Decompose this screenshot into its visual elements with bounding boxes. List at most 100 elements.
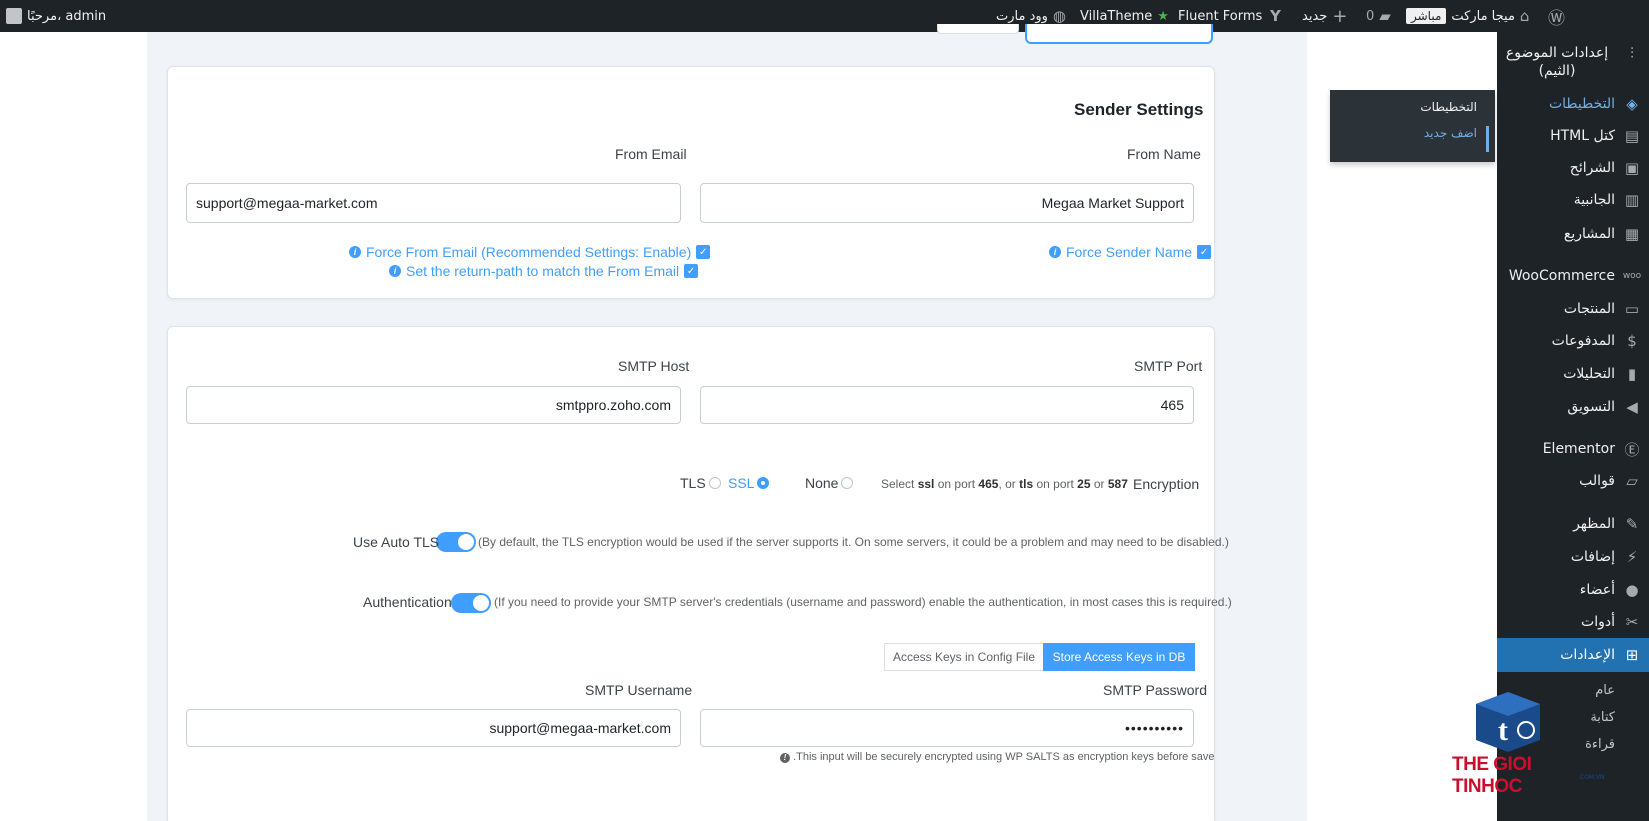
logo-subtext: .COM.VN: [1578, 774, 1605, 781]
return-path-option[interactable]: i Set the return-path to match the From …: [389, 263, 699, 279]
tab-config-file[interactable]: Access Keys in Config File: [884, 643, 1044, 671]
force-from-email-option[interactable]: i Force From Email (Recommended Settings…: [349, 244, 711, 260]
from-name-input[interactable]: Megaa Market Support: [700, 183, 1194, 223]
smtp-password-label: SMTP Password: [1103, 682, 1207, 698]
sidebar-item-projects[interactable]: ▦ المشاريع: [1497, 222, 1649, 246]
user-icon: ●: [1625, 581, 1639, 599]
greeting: مرحبًا، admin: [27, 8, 107, 24]
sidebar-item-label: المشاريع: [1563, 226, 1615, 242]
account-menu[interactable]: مرحبًا، admin: [6, 0, 106, 32]
encryption-none-radio[interactable]: [841, 477, 854, 489]
top-button-partial[interactable]: [937, 24, 1019, 34]
from-name-value: Megaa Market Support: [1041, 195, 1184, 211]
password-hint: This input will be securely encrypted us…: [780, 751, 1215, 763]
from-email-value: support@megaa-market.com: [196, 195, 378, 211]
encryption-ssl-radio[interactable]: [757, 477, 770, 489]
sidebar-item-appearance[interactable]: ✎ المظهر: [1497, 512, 1649, 536]
encryption-none-option[interactable]: None: [805, 475, 854, 491]
sidebar-item-slides[interactable]: ▣ الشرائح: [1497, 156, 1649, 180]
smtp-host-input[interactable]: smtppro.zoho.com: [186, 386, 681, 424]
authentication-hint: (If you need to provide your SMTP server…: [494, 595, 1232, 609]
plugin-icon: ⚡: [1626, 548, 1638, 566]
encryption-ssl-option[interactable]: SSL: [728, 475, 770, 491]
sidebar-item-label: التخطيطات: [1548, 96, 1615, 112]
return-path-checkbox[interactable]: ✓: [684, 264, 699, 278]
yoast-icon: Y: [1270, 7, 1281, 25]
force-sender-name-option[interactable]: i Force Sender Name ✓: [1049, 244, 1212, 260]
sidebar-item-label: قوالب: [1579, 473, 1615, 489]
encryption-tls-radio[interactable]: [708, 477, 721, 489]
flyout-item-layouts[interactable]: التخطيطات: [1420, 100, 1477, 114]
star-icon: ★: [1157, 8, 1169, 24]
hint-text: on port: [1033, 477, 1078, 491]
sidebar-item-woocommerce[interactable]: woo WooCommerce: [1497, 264, 1649, 288]
settings-icon: ⊞: [1625, 646, 1639, 664]
woodmart-logo-icon: ◍: [1052, 7, 1067, 25]
sidebar-item-payments[interactable]: $ المدفوعات: [1497, 329, 1649, 353]
hint-text: Select: [881, 477, 918, 491]
smtp-port-input[interactable]: 465: [700, 386, 1194, 424]
code-icon: ▤: [1624, 127, 1640, 145]
wordpress-menu[interactable]: Ⓦ: [1548, 0, 1565, 32]
sidebar-item-label: المظهر: [1573, 516, 1615, 532]
auto-tls-toggle[interactable]: [436, 532, 476, 552]
sliders-icon: ⫶: [1630, 44, 1634, 62]
sidebar-item-layouts[interactable]: ◈ التخطيطات: [1497, 92, 1649, 116]
smtp-host-label: SMTP Host: [618, 358, 690, 374]
encryption-label: Encryption: [1133, 476, 1200, 492]
sidebar-item-label: الإعدادات: [1560, 647, 1615, 663]
hint-text: on port: [934, 477, 979, 491]
site-menu[interactable]: مباشر ميجا ماركت ⌂: [1406, 0, 1529, 32]
sidebar-item-settings[interactable]: ⊞ الإعدادات: [1497, 638, 1649, 672]
sidebar-item-tools[interactable]: ✂ أدوات: [1497, 610, 1649, 634]
sidebar-item-theme-settings[interactable]: ⫶ إعدادات الموضوع (الثيم): [1497, 44, 1649, 90]
top-tab-partial[interactable]: [1025, 24, 1213, 44]
sidebar-item-label: الشرائح: [1569, 160, 1615, 176]
flyout-item-add-new[interactable]: اضف جديد: [1424, 126, 1477, 140]
slides-icon: ▣: [1624, 159, 1640, 177]
sidebar-item-html-blocks[interactable]: ▤ كتل HTML: [1497, 124, 1649, 148]
sidebar-item-label: المنتجات: [1563, 301, 1615, 317]
live-badge: مباشر: [1406, 8, 1447, 24]
layouts-flyout-menu: التخطيطات اضف جديد: [1330, 90, 1495, 162]
password-hint-text: This input will be securely encrypted us…: [793, 751, 1215, 763]
sidebar-item-label: إعدادات الموضوع (الثيم): [1505, 45, 1609, 79]
hint-tls: tls: [1019, 477, 1034, 491]
hint-port-465: 465: [978, 477, 999, 491]
sidebar-item-elementor[interactable]: Ⓔ Elementor: [1497, 437, 1649, 461]
encryption-none-label: None: [805, 475, 839, 491]
force-sender-name-checkbox[interactable]: ✓: [1197, 245, 1212, 259]
hint-port-587: 587: [1107, 477, 1128, 491]
info-icon: i: [349, 246, 361, 258]
encryption-tls-label: TLS: [680, 475, 706, 491]
encryption-tls-option[interactable]: TLS: [680, 475, 721, 491]
sidebar-item-templates[interactable]: ▱ قوالب: [1497, 469, 1649, 493]
smtp-password-input[interactable]: ••••••••••: [700, 709, 1194, 747]
sidebar-item-users[interactable]: ● أعضاء: [1497, 578, 1649, 602]
sidebar-item-plugins[interactable]: ⚡ إضافات: [1497, 545, 1649, 569]
from-email-label: From Email: [615, 146, 687, 162]
comments-menu[interactable]: 0 ▰: [1366, 0, 1391, 32]
hint-text: , or: [998, 477, 1020, 491]
info-icon: i: [389, 265, 401, 277]
layers-icon: ◈: [1626, 95, 1638, 113]
hint-port-25: 25: [1077, 477, 1091, 491]
authentication-toggle[interactable]: [451, 593, 491, 613]
sidebar-item-products[interactable]: ▭ المنتجات: [1497, 297, 1649, 321]
smtp-password-value: ••••••••••: [1124, 720, 1184, 736]
force-from-email-checkbox[interactable]: ✓: [696, 245, 711, 259]
from-email-input[interactable]: support@megaa-market.com: [186, 183, 681, 223]
smtp-username-input[interactable]: support@megaa-market.com: [186, 709, 681, 747]
comment-icon: ▰: [1379, 7, 1391, 25]
yoast-menu[interactable]: Y: [1270, 0, 1281, 32]
tab-store-in-db[interactable]: Store Access Keys in DB: [1043, 643, 1195, 671]
megaphone-icon: ◀: [1626, 398, 1638, 416]
sidebar-item-sidebars[interactable]: ▥ الجانبية: [1497, 188, 1649, 212]
home-icon: ⌂: [1519, 7, 1530, 25]
sidebar-item-label: المدفوعات: [1551, 333, 1615, 349]
sidebar-item-label: إضافات: [1570, 549, 1615, 565]
new-content-menu[interactable]: جديد +: [1302, 0, 1347, 32]
smtp-host-value: smtppro.zoho.com: [555, 397, 671, 413]
sidebar-item-analytics[interactable]: ▮ التحليلات: [1497, 362, 1649, 386]
sidebar-item-marketing[interactable]: ◀ التسويق: [1497, 395, 1649, 419]
